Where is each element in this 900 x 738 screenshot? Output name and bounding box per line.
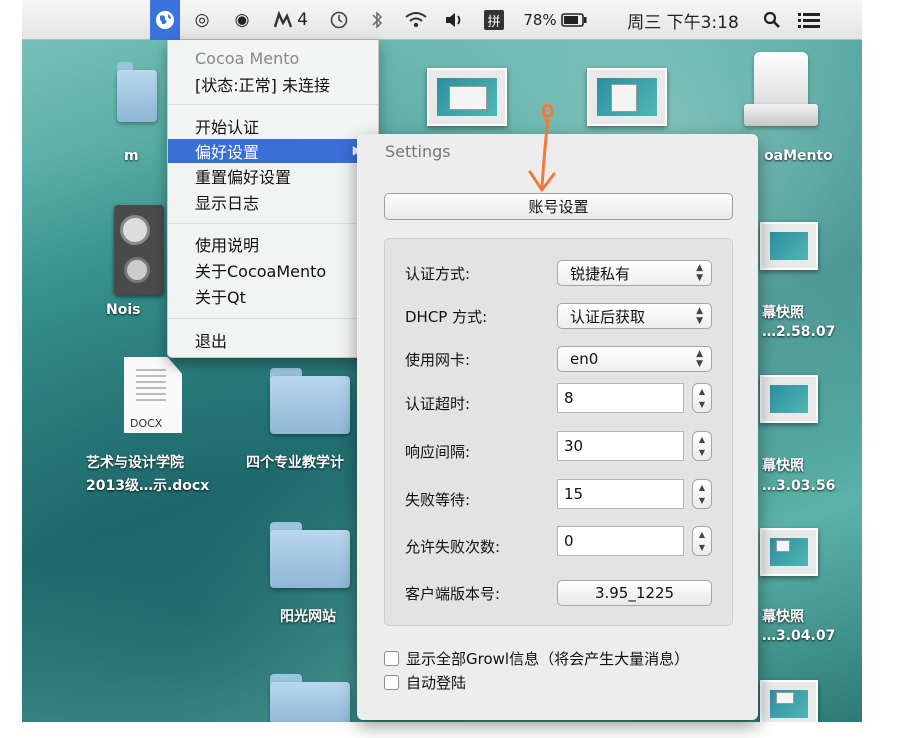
max-failures-stepper[interactable]: ▲ ▼ [692, 526, 712, 556]
dhcp-method-value: 认证后获取 [570, 307, 646, 326]
menu-bar: ◎ ◉ 4 拼 78% 周三 下午3:18 [22, 0, 862, 40]
nic-popup[interactable]: en0 ▲ ▼ [557, 346, 712, 372]
status-menu: Cocoa Mento [状态:正常] 未连接 开始认证 偏好设置 ▶ 重置偏好… [167, 40, 379, 358]
screenshot-label-line2: …2.58.07 [762, 324, 836, 340]
auth-timeout-label: 认证超时: [405, 395, 471, 413]
growl-checkbox[interactable] [384, 650, 399, 666]
fail-wait-field[interactable]: 15 [557, 479, 684, 509]
spotlight-icon[interactable] [757, 0, 787, 40]
max-failures-label: 允许失败次数: [405, 538, 501, 556]
screenshot-label-line1: 幕快照 [762, 609, 804, 625]
menu-item-about-cocoamento[interactable]: 关于CocoaMento [168, 258, 378, 282]
auth-method-value: 锐捷私有 [570, 264, 631, 283]
menu-item-about-qt[interactable]: 关于Qt [168, 284, 378, 308]
auth-method-label: 认证方式: [405, 265, 471, 283]
folder-icon[interactable] [270, 522, 350, 588]
fail-wait-stepper[interactable]: ▲ ▼ [692, 479, 712, 509]
drive-label: oaMento [764, 148, 833, 164]
screenshot-label-line2: …3.03.56 [762, 478, 836, 494]
volume-icon[interactable] [440, 0, 470, 40]
time-machine-icon[interactable] [325, 0, 353, 40]
menu-item-help[interactable]: 使用说明 [168, 232, 378, 256]
dhcp-method-label: DHCP 方式: [405, 308, 488, 326]
cocoamento-status-icon[interactable] [150, 0, 180, 40]
client-version-button[interactable]: 3.95_1225 [557, 580, 712, 606]
notification-list-icon[interactable] [792, 0, 826, 40]
status-item-1[interactable]: ◎ [190, 0, 214, 40]
noise-app-icon[interactable] [114, 205, 164, 295]
screenshot-label-line2: …3.04.07 [762, 628, 836, 644]
folder-icon[interactable] [270, 368, 350, 434]
auth-timeout-field[interactable]: 8 [557, 383, 684, 413]
account-settings-button[interactable]: 账号设置 [384, 193, 733, 220]
docx-file-icon[interactable]: DOCX [124, 357, 182, 433]
screenshot-thumbnail[interactable] [760, 222, 818, 270]
input-method-icon[interactable]: 拼 [480, 0, 508, 40]
activity-monitor-item[interactable]: 4 [267, 0, 315, 40]
menu-item-preferences-label: 偏好设置 [195, 143, 260, 162]
docx-label-line2: 2013级…示.docx [86, 478, 210, 494]
desktop-item-label: m [124, 148, 139, 164]
menu-status: [状态:正常] 未连接 [195, 76, 330, 95]
activity-graph-icon [274, 11, 293, 28]
menu-item-preferences[interactable]: 偏好设置 ▶ [168, 139, 378, 163]
wifi-icon[interactable] [400, 0, 432, 40]
screenshot-thumbnail[interactable] [760, 528, 818, 576]
desktop-item-label: Nois [106, 302, 141, 318]
updown-arrows-icon: ▲ ▼ [696, 306, 703, 326]
updown-arrows-icon: ▲ ▼ [696, 263, 703, 283]
updown-arrows-icon: ▲ ▼ [696, 349, 703, 369]
max-failures-field[interactable]: 0 [557, 526, 684, 556]
dhcp-method-popup[interactable]: 认证后获取 ▲ ▼ [557, 303, 712, 329]
auto-login-checkbox-row[interactable]: 自动登陆 [384, 671, 466, 693]
response-interval-field[interactable]: 30 [557, 431, 684, 461]
auto-login-checkbox-label: 自动登陆 [406, 673, 467, 692]
docx-label-line1: 艺术与设计学院 [86, 455, 184, 471]
response-interval-label: 响应间隔: [405, 443, 471, 461]
globe-icon [156, 11, 174, 29]
menu-separator [168, 104, 378, 105]
growl-checkbox-row[interactable]: 显示全部Growl信息（将会产生大量消息） [384, 647, 689, 669]
drive-icon[interactable] [744, 52, 818, 128]
docx-badge: DOCX [130, 417, 163, 430]
bluetooth-icon[interactable] [365, 0, 389, 40]
battery-indicator[interactable]: 78% [515, 0, 595, 40]
response-interval-stepper[interactable]: ▲ ▼ [692, 431, 712, 461]
folder-icon[interactable] [270, 674, 350, 722]
settings-panel: Settings 账号设置 认证方式: 锐捷私有 ▲ ▼ DHCP 方式: 认证后… [357, 134, 758, 720]
auto-login-checkbox[interactable] [384, 674, 399, 690]
screenshot-thumbnail[interactable] [760, 680, 818, 722]
screenshot-label-line1: 幕快照 [762, 458, 804, 474]
status-item-2[interactable]: ◉ [230, 0, 254, 40]
folder-four-label: 四个专业教学计 [246, 455, 344, 471]
nic-value: en0 [570, 350, 599, 368]
client-version-label: 客户端版本号: [405, 585, 501, 603]
screenshot-label-line1: 幕快照 [762, 305, 804, 321]
menu-item-show-log[interactable]: 显示日志 [168, 190, 378, 214]
clock[interactable]: 周三 下午3:18 [613, 0, 753, 40]
fail-wait-label: 失败等待: [405, 491, 471, 509]
menu-separator [168, 318, 378, 319]
settings-group: 认证方式: 锐捷私有 ▲ ▼ DHCP 方式: 认证后获取 ▲ ▼ 使用网卡: en… [384, 238, 733, 626]
menu-item-quit[interactable]: 退出 [168, 328, 378, 352]
screenshot-thumbnail[interactable] [587, 68, 667, 126]
folder-sun-label: 阳光网站 [280, 609, 336, 625]
settings-title: Settings [385, 142, 451, 161]
menu-separator [168, 223, 378, 224]
screenshot-thumbnail[interactable] [760, 375, 818, 423]
menu-item-start-auth[interactable]: 开始认证 [168, 114, 378, 138]
menu-app-name: Cocoa Mento [195, 48, 300, 68]
auth-method-popup[interactable]: 锐捷私有 ▲ ▼ [557, 260, 712, 286]
nic-label: 使用网卡: [405, 351, 471, 369]
annotation-arrow-icon [528, 103, 556, 192]
battery-icon [560, 13, 587, 27]
auth-timeout-stepper[interactable]: ▲ ▼ [692, 383, 712, 413]
screenshot-thumbnail[interactable] [427, 68, 507, 126]
menu-item-reset-preferences[interactable]: 重置偏好设置 [168, 164, 378, 188]
growl-checkbox-label: 显示全部Growl信息（将会产生大量消息） [406, 649, 690, 668]
folder-icon[interactable] [117, 62, 157, 122]
